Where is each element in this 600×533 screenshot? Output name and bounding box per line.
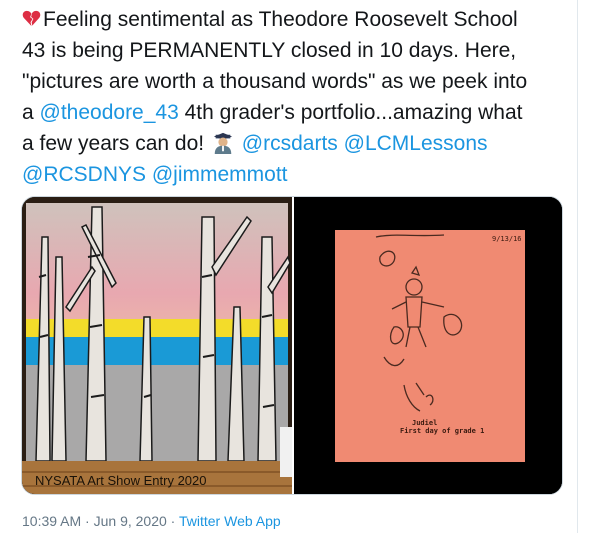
- tweet-text-2: 43 is being PERMANENTLY closed in 10 day…: [22, 39, 517, 62]
- first-grade-drawing-image: [294, 197, 562, 494]
- tweet-card: Feeling sentimental as Theodore Roosevel…: [0, 0, 578, 533]
- tweet-text-1: Feeling sentimental as Theodore Roosevel…: [43, 8, 518, 31]
- tweet-body: Feeling sentimental as Theodore Roosevel…: [22, 4, 574, 190]
- tweet-line-4: a @theodore_43 4th grader's portfolio...…: [22, 97, 574, 128]
- broken-heart-icon: [22, 10, 41, 27]
- tweet-media[interactable]: NYSATA Art Show Entry 2020 Judiel First …: [21, 196, 563, 495]
- tweet-text-4b: 4th grader's portfolio...amazing what: [178, 101, 523, 124]
- painting-caption: NYSATA Art Show Entry 2020: [35, 473, 207, 488]
- tweet-line-5: a few years can do! @rcsdarts @LCMLesson…: [22, 128, 574, 159]
- mention-jimmemmott[interactable]: @jimmemmott: [152, 163, 288, 186]
- mention-rcsdnys[interactable]: @RCSDNYS: [22, 163, 146, 186]
- meta-separator-1: ·: [81, 513, 94, 529]
- tweet-time[interactable]: 10:39 AM: [22, 513, 81, 529]
- meta-separator-2: ·: [166, 513, 179, 529]
- drawing-name-label: Judiel: [412, 419, 438, 427]
- mention-rcsdarts[interactable]: @rcsdarts: [242, 132, 338, 155]
- tweet-meta: 10:39 AM · Jun 9, 2020 · Twitter Web App: [22, 513, 281, 529]
- mention-lcmlessons[interactable]: @LCMLessons: [344, 132, 488, 155]
- drawing-date-label: 9/13/16: [492, 235, 522, 243]
- drawing-caption-label: First day of grade 1: [400, 427, 485, 435]
- tweet-text-3: "pictures are worth a thousand words" as…: [22, 70, 528, 93]
- tweet-line-6: @RCSDNYS @jimmemmott: [22, 159, 574, 190]
- tweet-text-4a: a: [22, 101, 40, 124]
- tweet-date[interactable]: Jun 9, 2020: [94, 513, 167, 529]
- tweet-text-5: a few years can do!: [22, 132, 205, 155]
- teacher-emoji-icon: [213, 132, 233, 154]
- tweet-source-app[interactable]: Twitter Web App: [179, 513, 281, 529]
- tweet-line-1: Feeling sentimental as Theodore Roosevel…: [22, 4, 574, 35]
- first-grade-drawing-photo[interactable]: Judiel First day of grade 1 9/13/16: [294, 197, 562, 494]
- birch-painting-photo[interactable]: NYSATA Art Show Entry 2020: [22, 197, 292, 494]
- mention-theodore-43[interactable]: @theodore_43: [40, 101, 179, 124]
- birch-painting-image: [22, 197, 292, 494]
